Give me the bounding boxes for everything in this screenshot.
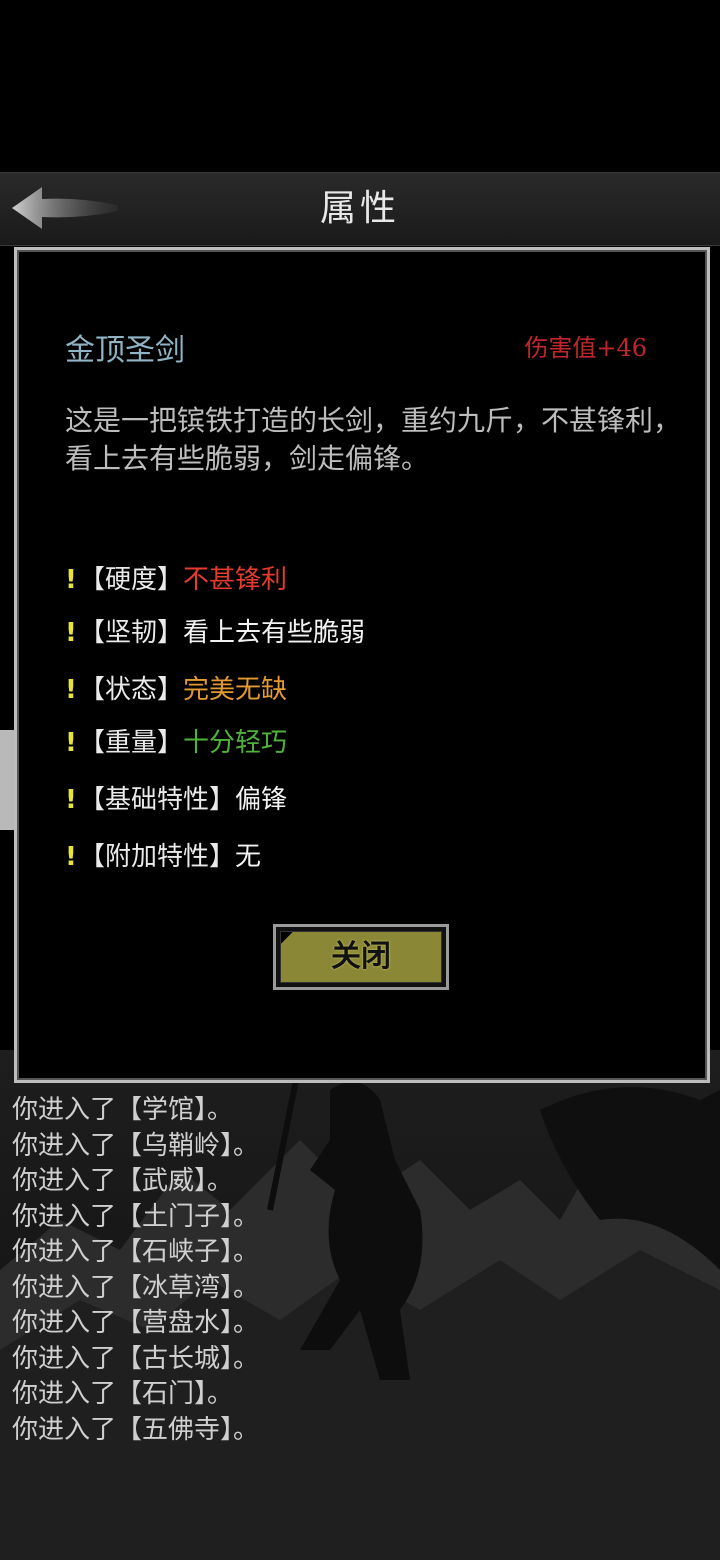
exclamation-icon: ! — [65, 785, 77, 815]
log-line: 你进入了【学馆】。 — [12, 1095, 234, 1125]
close-button[interactable]: 关闭 — [273, 924, 449, 990]
log-line: 你进入了【石门】。 — [12, 1379, 234, 1409]
attribute-label: 【基础特性】 — [79, 785, 236, 815]
event-log: 你进入了【学馆】。 你进入了【乌鞘岭】。 你进入了【武威】。 你进入了【土门子】… — [12, 1093, 712, 1448]
exclamation-icon: ! — [65, 618, 77, 648]
attribute-value: 偏锋 — [235, 785, 288, 815]
item-description: 这是一把镔铁打造的长剑，重约九斤，不甚锋利，看上去有些脆弱，剑走偏锋。 — [65, 404, 682, 475]
log-line: 你进入了【石峡子】。 — [12, 1237, 260, 1267]
attribute-label: 【重量】 — [79, 728, 184, 758]
attribute-label: 【状态】 — [79, 675, 184, 705]
item-damage-value: 伤害值+46 — [524, 334, 647, 362]
log-line: 你进入了【冰草湾】。 — [12, 1272, 260, 1303]
header-bar: 属性 — [0, 172, 720, 246]
exclamation-icon: ! — [65, 675, 77, 705]
log-line: 你进入了【五佛寺】。 — [12, 1414, 260, 1445]
attribute-row-condition: !【状态】完美无缺 — [65, 670, 287, 710]
attribute-value: 十分轻巧 — [183, 728, 288, 758]
log-line: 你进入了【土门子】。 — [12, 1201, 260, 1232]
attribute-value: 无 — [235, 842, 262, 872]
item-name: 金顶圣剑 — [65, 333, 185, 368]
attribute-row-toughness: !【坚韧】看上去有些脆弱 — [65, 613, 365, 653]
close-button-label: 关闭 — [280, 931, 442, 983]
page-title: 属性 — [319, 188, 400, 229]
exclamation-icon: ! — [65, 565, 77, 595]
log-line: 你进入了【古长城】。 — [12, 1343, 260, 1374]
log-line: 你进入了【乌鞘岭】。 — [12, 1130, 260, 1161]
log-line: 你进入了【武威】。 — [12, 1166, 234, 1196]
log-line: 你进入了【营盘水】。 — [12, 1308, 260, 1338]
attribute-value: 不甚锋利 — [183, 565, 288, 595]
attribute-label: 【硬度】 — [79, 565, 184, 595]
attribute-label: 【附加特性】 — [79, 842, 236, 872]
attribute-value: 完美无缺 — [183, 675, 288, 705]
item-attributes-dialog: 金顶圣剑 伤害值+46 这是一把镔铁打造的长剑，重约九斤，不甚锋利，看上去有些脆… — [14, 247, 710, 1083]
screen: 属性 金顶圣剑 伤害值+46 这是一把镔铁打造的长剑，重约九斤，不甚锋利，看上去… — [0, 0, 720, 1560]
exclamation-icon: ! — [65, 842, 77, 872]
attribute-row-base-trait: !【基础特性】偏锋 — [65, 780, 287, 820]
exclamation-icon: ! — [65, 728, 77, 758]
attribute-value: 看上去有些脆弱 — [183, 618, 366, 648]
attribute-label: 【坚韧】 — [79, 618, 184, 648]
attribute-row-extra-trait: !【附加特性】无 — [65, 837, 261, 877]
attribute-row-hardness: !【硬度】不甚锋利 — [65, 560, 287, 600]
attribute-row-weight: !【重量】十分轻巧 — [65, 723, 287, 763]
